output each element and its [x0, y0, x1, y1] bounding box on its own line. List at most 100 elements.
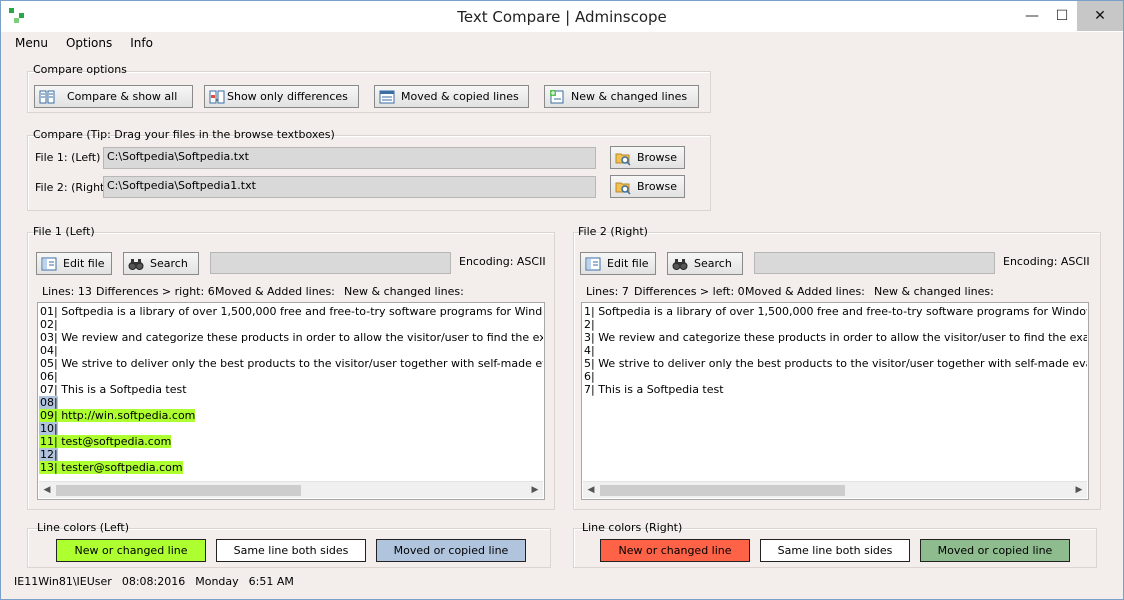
app-window: Text Compare | Adminscope — ☐ ✕ Menu Opt… — [0, 0, 1124, 600]
status-time: 6:51 AM — [248, 575, 294, 588]
status-bar: IE11Win81\IEUser 08:08:2016 Monday 6:51 … — [14, 575, 294, 588]
maximize-button[interactable]: ☐ — [1047, 1, 1077, 31]
scroll-left-arrow-icon[interactable]: ◀ — [39, 482, 55, 498]
file1-path-input[interactable]: C:\Softpedia\Softpedia.txt — [103, 147, 596, 169]
menu-info[interactable]: Info — [123, 34, 160, 54]
binoculars-icon — [128, 258, 144, 270]
close-button[interactable]: ✕ — [1077, 1, 1123, 31]
folder-search-icon — [615, 182, 631, 195]
right-line-list: 1| Softpedia is a library of over 1,500,… — [583, 305, 1087, 396]
menu-bar: Menu Options Info — [1, 34, 157, 54]
menu-options[interactable]: Options — [59, 34, 119, 54]
right-edit-file-button[interactable]: Edit file — [580, 252, 656, 275]
edit-file-icon — [585, 257, 601, 270]
left-moved-color-button[interactable]: Moved or copied line — [376, 539, 526, 562]
left-new-changed-count: New & changed lines: 3 — [344, 285, 464, 298]
text-line: 4| — [584, 344, 595, 357]
left-encoding: Encoding: ASCII ( — [459, 255, 547, 268]
right-same-color-button[interactable]: Same line both sides — [760, 539, 910, 562]
app-logo-icon — [9, 8, 25, 24]
right-lines-count: Lines: 7 — [586, 285, 629, 298]
left-new-color-button[interactable]: New or changed line — [56, 539, 206, 562]
right-file-title: File 2 (Right) — [578, 225, 648, 238]
left-colors-title: Line colors (Left) — [37, 521, 130, 534]
text-line: 09| http://win.softpedia.com — [39, 409, 196, 422]
right-edit-file-label: Edit file — [607, 257, 649, 270]
text-line: 07| This is a Softpedia test — [40, 383, 187, 396]
left-lines-count: Lines: 13 — [42, 285, 92, 298]
right-scroll-thumb[interactable] — [600, 485, 845, 496]
scroll-right-arrow-icon[interactable]: ▶ — [1071, 482, 1087, 498]
new-changed-button[interactable]: New & changed lines — [544, 85, 699, 108]
right-encoding: Encoding: ASCII ( — [1003, 255, 1091, 268]
right-colors-title: Line colors (Right) — [582, 521, 683, 534]
right-text-view[interactable]: 1| Softpedia is a library of over 1,500,… — [581, 302, 1089, 500]
left-search-button[interactable]: Search — [123, 252, 199, 275]
text-line: 05| We strive to deliver only the best p… — [40, 357, 543, 370]
menu-menu[interactable]: Menu — [8, 34, 55, 54]
right-new-changed-count: New & changed lines: 0 — [874, 285, 994, 298]
compare-show-all-label: Compare & show all — [67, 90, 178, 103]
compare-options-title: Compare options — [33, 63, 127, 76]
left-file-title: File 1 (Left) — [33, 225, 95, 238]
folder-search-icon — [615, 153, 631, 166]
binoculars-icon — [672, 258, 688, 270]
left-moved-added-count: Moved & Added lines: 3 — [215, 285, 335, 298]
compare-files-title: Compare (Tip: Drag your files in the bro… — [33, 128, 335, 141]
left-same-color-button[interactable]: Same line both sides — [216, 539, 366, 562]
left-search-input[interactable] — [210, 252, 451, 274]
browse-file1-button[interactable]: Browse — [610, 146, 685, 169]
text-line: 7| This is a Softpedia test — [584, 383, 724, 396]
browse-file2-label: Browse — [637, 180, 678, 193]
text-line: 10| — [39, 422, 58, 435]
status-user: IE11Win81\IEUser — [14, 575, 112, 588]
right-search-label: Search — [694, 257, 732, 270]
text-line: 2| — [584, 318, 595, 331]
compare-icon — [39, 90, 55, 103]
text-line: 02| — [40, 318, 58, 331]
scroll-left-arrow-icon[interactable]: ◀ — [583, 482, 599, 498]
left-edit-file-label: Edit file — [63, 257, 105, 270]
window-title: Text Compare | Adminscope — [457, 7, 667, 26]
text-line: 06| — [40, 370, 58, 383]
text-line: 03| We review and categorize these produ… — [40, 331, 543, 344]
minimize-button[interactable]: — — [1017, 1, 1047, 31]
right-horizontal-scrollbar[interactable]: ◀ ▶ — [583, 481, 1087, 498]
text-line: 6| — [584, 370, 595, 383]
left-edit-file-button[interactable]: Edit file — [36, 252, 112, 275]
text-line: 5| We strive to deliver only the best pr… — [584, 357, 1087, 370]
differences-icon — [209, 90, 225, 103]
edit-file-icon — [41, 257, 57, 270]
file2-path-input[interactable]: C:\Softpedia\Softpedia1.txt — [103, 176, 596, 198]
left-horizontal-scrollbar[interactable]: ◀ ▶ — [39, 481, 543, 498]
file2-label: File 2: (Right) — [35, 181, 109, 194]
text-line: 12| — [39, 448, 58, 461]
status-day: Monday — [195, 575, 239, 588]
show-differences-label: Show only differences — [227, 90, 348, 103]
browse-file2-button[interactable]: Browse — [610, 175, 685, 198]
text-line: 01| Softpedia is a library of over 1,500… — [40, 305, 543, 318]
left-text-view[interactable]: 01| Softpedia is a library of over 1,500… — [37, 302, 545, 500]
right-search-button[interactable]: Search — [667, 252, 743, 275]
right-moved-added-count: Moved & Added lines: 0 — [745, 285, 865, 298]
browse-file1-label: Browse — [637, 151, 678, 164]
new-changed-label: New & changed lines — [571, 90, 688, 103]
text-line: 11| test@softpedia.com — [39, 435, 172, 448]
text-line: 13| tester@softpedia.com — [39, 461, 183, 474]
text-line: 3| We review and categorize these produc… — [584, 331, 1087, 344]
status-date: 08:08:2016 — [121, 575, 186, 588]
right-new-color-button[interactable]: New or changed line — [600, 539, 750, 562]
show-differences-button[interactable]: Show only differences — [204, 85, 359, 108]
text-line: 04| — [40, 344, 58, 357]
scroll-right-arrow-icon[interactable]: ▶ — [527, 482, 543, 498]
text-line: 1| Softpedia is a library of over 1,500,… — [584, 305, 1087, 318]
new-lines-icon — [550, 89, 564, 103]
file1-label: File 1: (Left) — [35, 151, 101, 164]
right-differences-count: Differences > left: 0 — [634, 285, 745, 298]
left-line-list: 01| Softpedia is a library of over 1,500… — [39, 305, 543, 474]
compare-show-all-button[interactable]: Compare & show all — [34, 85, 193, 108]
left-scroll-thumb[interactable] — [56, 485, 301, 496]
right-search-input[interactable] — [754, 252, 995, 274]
right-moved-color-button[interactable]: Moved or copied line — [920, 539, 1070, 562]
moved-copied-button[interactable]: Moved & copied lines — [374, 85, 529, 108]
